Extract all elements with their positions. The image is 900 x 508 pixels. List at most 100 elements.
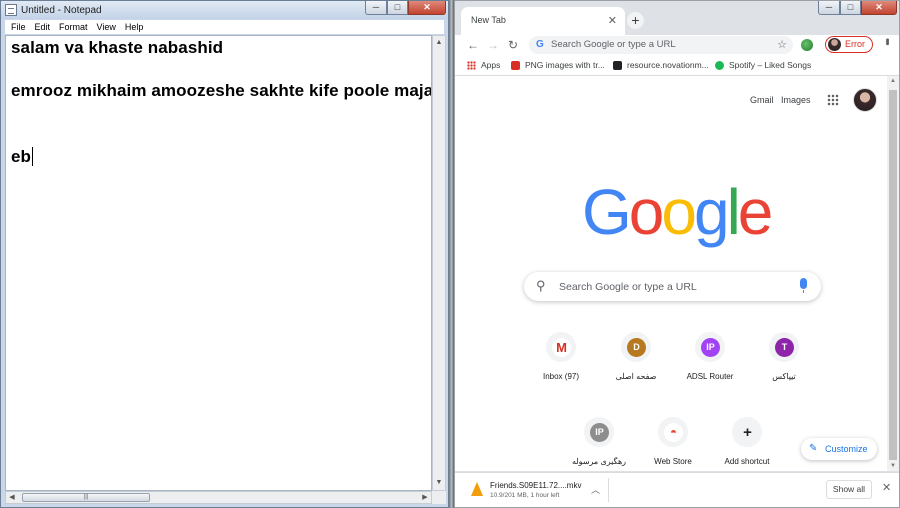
menu-view[interactable]: View	[97, 22, 116, 32]
chrome-menu-icon[interactable]: •••	[881, 38, 893, 44]
maximize-button[interactable]: □	[840, 1, 861, 15]
shortcut-icon-circle: +	[732, 417, 762, 447]
logo-letter: o	[628, 176, 665, 248]
profile-avatar	[828, 38, 841, 51]
tab-title: New Tab	[471, 15, 506, 25]
scroll-down-arrow-icon[interactable]: ▼	[887, 463, 899, 469]
download-filename[interactable]: Friends.S09E11.72....mkv	[490, 481, 581, 490]
logo-letter: G	[582, 176, 632, 248]
bookmarks-bar: Apps PNG images with tr... resource.nova…	[455, 55, 899, 76]
extension-icon[interactable]	[801, 39, 813, 51]
shortcut-label: Add shortcut	[724, 457, 770, 466]
tab-close-icon[interactable]: ✕	[608, 14, 617, 27]
address-bar[interactable]: G Search Google or type a URL ☆	[529, 36, 793, 54]
page-vertical-scrollbar[interactable]: ▲ ▼	[887, 76, 899, 471]
download-status: 10.9/201 MB, 1 hour left	[490, 492, 560, 499]
notepad-caption-buttons: ─ □ ✕	[365, 1, 446, 15]
menu-file[interactable]: File	[11, 22, 26, 32]
search-placeholder: Search Google or type a URL	[559, 281, 697, 293]
chrome-tabstrip[interactable]: New Tab ✕ + ─ □ ✕	[455, 1, 899, 35]
google-g-icon: G	[536, 39, 544, 50]
notepad-text-area[interactable]: salam va khaste nabashid emrooz mikhaim …	[5, 35, 432, 491]
notepad-horizontal-scrollbar[interactable]: ◀ ||| ▶	[5, 491, 432, 504]
gmail-icon: M	[552, 338, 571, 357]
chrome-window: New Tab ✕ + ─ □ ✕ ← → ↻ G Search Google …	[454, 0, 900, 508]
reload-icon[interactable]: ↻	[508, 38, 518, 52]
bookmark-spotify[interactable]: Spotify – Liked Songs	[715, 60, 811, 70]
text-line: eb	[11, 147, 32, 166]
spotify-icon	[715, 60, 724, 70]
scroll-up-arrow-icon[interactable]: ▲	[887, 78, 899, 84]
logo-letter: o	[661, 176, 697, 248]
microphone-icon[interactable]	[800, 278, 807, 293]
scroll-right-arrow-icon[interactable]: ▶	[419, 492, 431, 503]
forward-arrow-icon[interactable]: →	[487, 38, 499, 52]
shortcut-icon-circle: M	[546, 332, 576, 362]
new-tab-page: Gmail Images Google ⚲ Search Google or t…	[455, 76, 887, 471]
scroll-left-arrow-icon[interactable]: ◀	[6, 492, 18, 503]
scroll-down-arrow-icon[interactable]: ▼	[433, 476, 445, 490]
close-button[interactable]: ✕	[861, 1, 897, 15]
customize-button[interactable]: ✎ Customize	[801, 438, 877, 460]
menu-help[interactable]: Help	[125, 22, 144, 32]
images-link[interactable]: Images	[781, 95, 811, 105]
chrome-toolbar: ← → ↻ G Search Google or type a URL ☆ Er…	[455, 35, 899, 55]
minimize-button[interactable]: ─	[365, 1, 387, 15]
search-icon: ⚲	[536, 278, 546, 293]
notepad-title: Untitled - Notepad	[21, 4, 102, 16]
bookmark-novation[interactable]: resource.novationm...	[613, 60, 709, 70]
letters-ip-icon: IP	[590, 423, 609, 442]
back-arrow-icon[interactable]: ←	[467, 38, 479, 52]
shortcut-tile-tipax[interactable]: T تیپاکس	[739, 332, 829, 388]
maximize-button[interactable]: □	[387, 1, 408, 15]
scroll-up-arrow-icon[interactable]: ▲	[433, 36, 445, 50]
pencil-icon: ✎	[809, 443, 818, 454]
plus-icon: +	[738, 423, 757, 442]
letter-t-icon: T	[775, 338, 794, 357]
google-search-box[interactable]: ⚲ Search Google or type a URL	[524, 272, 821, 301]
download-divider	[608, 478, 609, 502]
horizontal-scroll-thumb[interactable]: |||	[22, 493, 150, 502]
shortcut-icon-circle: IP	[695, 332, 725, 362]
bookmark-label: Spotify – Liked Songs	[729, 60, 812, 70]
bookmark-star-icon[interactable]: ☆	[777, 38, 787, 51]
gmail-link[interactable]: Gmail	[750, 95, 774, 105]
close-button[interactable]: ✕	[408, 1, 446, 15]
text-line: emrooz mikhaim amoozeshe sakhte kife poo…	[11, 81, 432, 100]
shortcut-tile-add[interactable]: + Add shortcut	[702, 417, 792, 473]
customize-label: Customize	[825, 444, 868, 454]
show-all-button[interactable]: Show all	[826, 480, 872, 499]
menu-format[interactable]: Format	[59, 22, 88, 32]
shortcut-icon-circle: ◓	[658, 417, 688, 447]
notepad-vertical-scrollbar[interactable]: ▲ ▼	[432, 35, 446, 491]
novation-favicon	[613, 60, 622, 70]
download-shelf: Friends.S09E11.72....mkv 10.9/201 MB, 1 …	[455, 472, 899, 507]
bookmark-label: resource.novationm...	[627, 60, 709, 70]
chevron-up-icon[interactable]: ︿	[591, 483, 600, 496]
png-favicon	[511, 60, 520, 70]
bookmark-apps[interactable]: Apps	[467, 60, 500, 70]
resize-grip[interactable]	[432, 491, 446, 504]
notepad-app-icon	[5, 4, 17, 16]
new-tab-button[interactable]: +	[627, 12, 644, 29]
google-apps-icon[interactable]	[827, 94, 839, 106]
letters-ip-icon: IP	[701, 338, 720, 357]
account-avatar[interactable]	[853, 88, 877, 112]
google-logo: Google	[582, 176, 774, 248]
menu-edit[interactable]: Edit	[35, 22, 51, 32]
profile-error-label: Error	[845, 39, 865, 49]
logo-letter: l	[726, 176, 741, 248]
profile-error-button[interactable]: Error	[825, 36, 873, 53]
minimize-button[interactable]: ─	[818, 1, 840, 15]
bookmark-png-images[interactable]: PNG images with tr...	[511, 60, 605, 70]
tab-new-tab[interactable]: New Tab ✕	[461, 7, 625, 35]
shortcut-label: تیپاکس	[772, 372, 796, 381]
address-bar-placeholder: Search Google or type a URL	[551, 39, 676, 50]
text-caret	[32, 147, 34, 166]
vertical-scroll-thumb[interactable]	[889, 90, 897, 460]
logo-letter: g	[693, 176, 730, 248]
text-line-with-caret: eb	[11, 147, 34, 167]
close-download-shelf-icon[interactable]: ✕	[882, 481, 891, 494]
notepad-titlebar[interactable]: Untitled - Notepad ─ □ ✕	[1, 1, 448, 19]
logo-letter: e	[737, 176, 774, 248]
